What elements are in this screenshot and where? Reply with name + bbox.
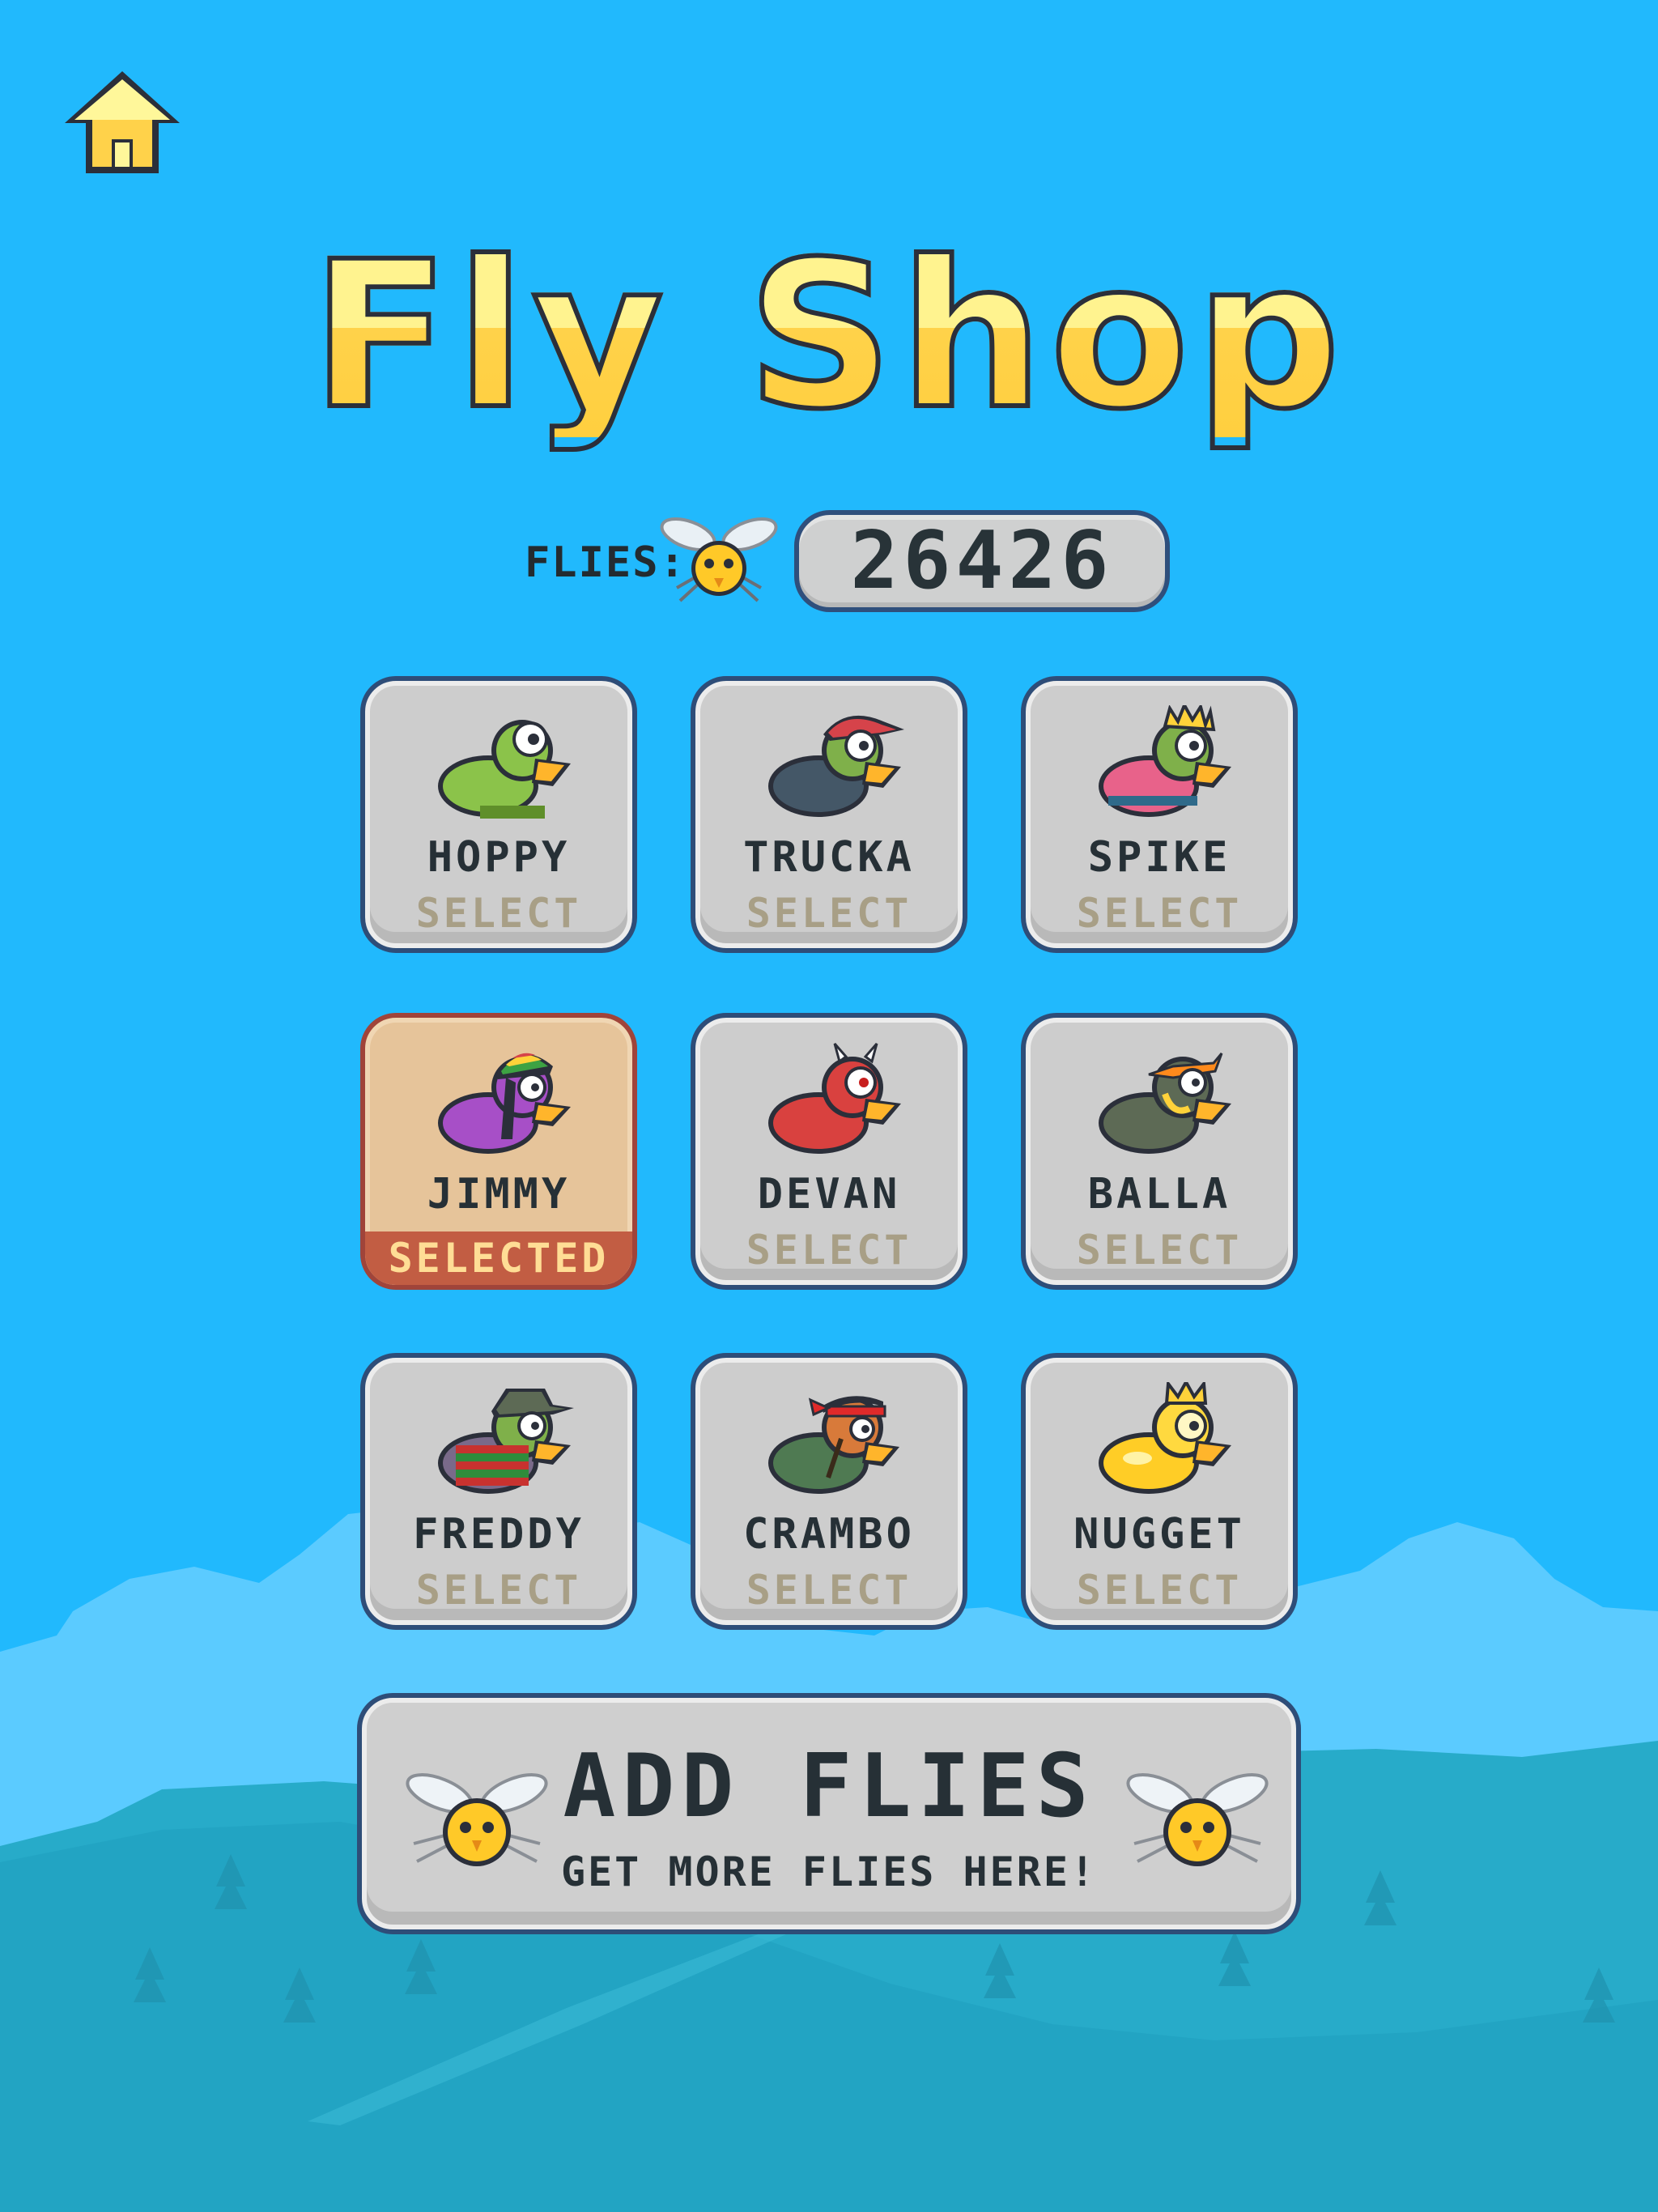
character-card-crambo[interactable]: CRAMBO SELECT: [691, 1353, 967, 1630]
character-name: DEVAN: [757, 1170, 901, 1219]
character-name: HOPPY: [427, 833, 571, 882]
add-flies-button[interactable]: ADD FLIES GET MORE FLIES HERE!: [357, 1693, 1301, 1934]
spike-frog-icon: [1099, 705, 1231, 817]
flies-count: 26426: [794, 510, 1170, 612]
character-card-freddy[interactable]: FREDDY SELECT: [360, 1353, 637, 1630]
character-name: SPIKE: [1087, 833, 1231, 882]
jimmy-frog-icon: [438, 1053, 571, 1154]
fly-icon: [1126, 1773, 1269, 1866]
select-button[interactable]: SELECT: [365, 1567, 632, 1614]
nugget-frog-icon: [1099, 1382, 1231, 1494]
select-button[interactable]: SELECT: [365, 890, 632, 937]
character-card-spike[interactable]: SPIKE SELECT: [1021, 676, 1298, 953]
select-button[interactable]: SELECT: [1026, 1567, 1293, 1614]
character-name: TRUCKA: [743, 833, 915, 882]
selected-indicator: SELECTED: [365, 1231, 632, 1285]
character-name: JIMMY: [427, 1170, 571, 1219]
character-card-hoppy[interactable]: HOPPY SELECT: [360, 676, 637, 953]
character-card-trucka[interactable]: TRUCKA SELECT: [691, 676, 967, 953]
character-name: FREDDY: [413, 1510, 585, 1559]
trucka-frog-icon: [768, 715, 904, 817]
hoppy-frog-icon: [438, 720, 571, 819]
crambo-frog-icon: [768, 1396, 899, 1494]
character-name: BALLA: [1087, 1170, 1231, 1219]
select-button[interactable]: SELECT: [695, 1567, 963, 1614]
balla-frog-icon: [1099, 1053, 1231, 1154]
freddy-frog-icon: [438, 1389, 574, 1494]
home-button[interactable]: [62, 66, 183, 180]
character-card-jimmy[interactable]: JIMMY SELECTED: [360, 1013, 637, 1290]
page-title: Fly Shop: [0, 232, 1658, 440]
flies-counter: FLIES: 26426: [0, 510, 1658, 617]
home-icon: [65, 71, 180, 173]
select-button[interactable]: SELECT: [695, 890, 963, 937]
select-button[interactable]: SELECT: [1026, 1227, 1293, 1274]
character-card-balla[interactable]: BALLA SELECT: [1021, 1013, 1298, 1290]
fly-icon: [660, 517, 778, 602]
character-name: CRAMBO: [743, 1510, 915, 1559]
character-card-nugget[interactable]: NUGGET SELECT: [1021, 1353, 1298, 1630]
character-grid: HOPPY SELECT TRUCKA SELECT SPIKE SELECT: [360, 676, 1298, 1631]
select-button[interactable]: SELECT: [695, 1227, 963, 1274]
select-button[interactable]: SELECT: [1026, 890, 1293, 937]
character-name: NUGGET: [1073, 1510, 1245, 1559]
character-card-devan[interactable]: DEVAN SELECT: [691, 1013, 967, 1290]
devan-frog-icon: [768, 1043, 901, 1154]
